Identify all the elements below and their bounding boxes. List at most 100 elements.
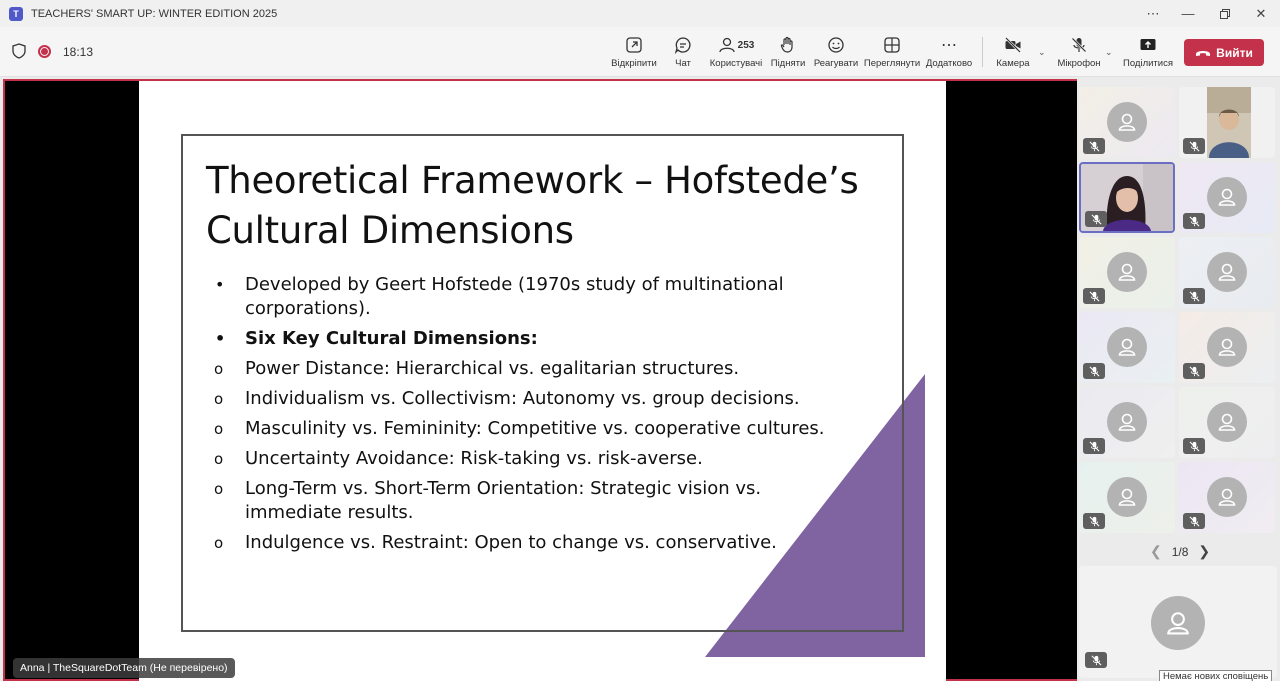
participant-tile[interactable]: [1179, 387, 1275, 458]
view-label: Переглянути: [863, 58, 921, 69]
more-actions-label: Додатково: [925, 58, 973, 69]
avatar: [1107, 402, 1147, 442]
participant-tile[interactable]: [1079, 387, 1175, 458]
participant-tile[interactable]: [1079, 312, 1175, 383]
person-icon: [1167, 612, 1189, 635]
participant-tile[interactable]: [1079, 237, 1175, 308]
muted-mic-icon: [1183, 213, 1205, 229]
grid-view-icon: [884, 37, 900, 53]
bullet-marker: o: [214, 360, 224, 378]
participants-label: Користувачі: [709, 58, 763, 69]
self-video-tile[interactable]: [1079, 566, 1277, 678]
react-button[interactable]: Реагувати: [814, 34, 858, 74]
camera-off-icon: [1005, 37, 1021, 53]
avatar: [1207, 177, 1247, 217]
gallery-pager: ❮ 1/8 ❯: [1150, 543, 1210, 560]
microphone-label: Мікрофон: [1057, 58, 1101, 69]
leave-label: Вийти: [1216, 45, 1253, 60]
raise-hand-button[interactable]: Підняти: [771, 34, 805, 74]
chat-label: Чат: [675, 58, 691, 69]
pop-out-label: Відкріпити: [611, 58, 657, 69]
avatar: [1207, 402, 1247, 442]
bullet-marker: o: [214, 390, 224, 408]
bullet-text: Indulgence vs. Restraint: Open to change…: [245, 532, 777, 553]
bullet-marker: o: [214, 480, 224, 498]
person-icon: [1118, 338, 1136, 356]
bullet-text: Uncertainty Avoidance: Risk-taking vs. r…: [245, 448, 703, 469]
avatar: [1107, 327, 1147, 367]
more-options-icon[interactable]: ⋯: [1136, 0, 1170, 27]
raise-hand-label: Підняти: [770, 58, 806, 69]
person-icon: [1218, 488, 1236, 506]
previous-page-icon[interactable]: ❮: [1150, 543, 1162, 560]
next-page-icon[interactable]: ❯: [1198, 543, 1210, 560]
person-icon: [1118, 113, 1136, 131]
participant-video: [1207, 87, 1251, 158]
phone-hangup-icon: [1196, 50, 1211, 56]
muted-mic-icon: [1083, 513, 1105, 529]
muted-mic-icon: [1083, 288, 1105, 304]
muted-mic-icon: [1183, 438, 1205, 454]
minimize-button[interactable]: —: [1171, 0, 1205, 27]
bullet-text: Individualism vs. Collectivism: Autonomy…: [245, 388, 800, 409]
muted-mic-icon: [1083, 438, 1105, 454]
muted-mic-icon: [1183, 138, 1205, 154]
mic-off-icon: [1071, 37, 1087, 53]
participants-count: 253: [737, 39, 755, 51]
people-icon: [719, 37, 735, 53]
participant-tile[interactable]: [1179, 87, 1275, 158]
slide-bullet: • Six Key Cultural Dimensions:: [203, 327, 843, 351]
meeting-timer: 18:13: [63, 45, 94, 59]
leave-button[interactable]: Вийти: [1184, 39, 1264, 66]
notification-tooltip: Немає нових сповіщень: [1159, 670, 1273, 681]
ellipsis-icon: ⋯: [941, 37, 957, 54]
camera-button[interactable]: Камера: [996, 34, 1030, 74]
participant-tile[interactable]: [1179, 312, 1275, 383]
bullet-marker: •: [215, 329, 226, 348]
teams-meeting-window: T TEACHERS' SMART UP: WINTER EDITION 202…: [0, 0, 1280, 681]
person-icon: [1118, 263, 1136, 281]
bullet-text: Power Distance: Hierarchical vs. egalita…: [245, 358, 740, 379]
participant-tile[interactable]: [1179, 462, 1275, 533]
avatar: [1151, 596, 1205, 650]
close-button[interactable]: ✕: [1244, 0, 1278, 27]
participant-tile[interactable]: [1179, 237, 1275, 308]
mic-options-chevron-icon[interactable]: ⌄: [1105, 47, 1113, 58]
slide-bullet: o Indulgence vs. Restraint: Open to chang…: [203, 531, 843, 555]
person-icon: [1218, 188, 1236, 206]
microphone-button[interactable]: Мікрофон: [1056, 34, 1102, 74]
participant-tile[interactable]: [1079, 462, 1175, 533]
bullet-text: Long-Term vs. Short-Term Orientation: St…: [245, 478, 762, 523]
participant-tile[interactable]: [1079, 87, 1175, 158]
smile-icon: [828, 37, 844, 53]
person-icon: [1218, 263, 1236, 281]
toolbar-divider: [982, 37, 983, 67]
share-label: Поділитися: [1123, 58, 1173, 69]
shield-icon[interactable]: [12, 43, 26, 59]
bullet-marker: o: [214, 534, 224, 552]
restore-button[interactable]: [1208, 0, 1242, 27]
participant-tile[interactable]: [1179, 162, 1275, 233]
avatar: [1207, 327, 1247, 367]
muted-mic-icon: [1183, 288, 1205, 304]
teams-logo-icon: T: [9, 6, 23, 21]
bullet-text: Developed by Geert Hofstede (1970s study…: [245, 274, 784, 319]
bullet-marker: •: [215, 275, 225, 294]
view-button[interactable]: Переглянути: [863, 34, 921, 74]
participants-button[interactable]: 253 Користувачі: [709, 34, 763, 74]
share-button[interactable]: Поділитися: [1123, 34, 1173, 74]
chat-button[interactable]: Чат: [670, 34, 696, 74]
camera-options-chevron-icon[interactable]: ⌄: [1038, 47, 1046, 58]
more-actions-button[interactable]: ⋯ Додатково: [926, 34, 972, 74]
gallery-page-indicator: 1/8: [1171, 544, 1189, 559]
slide-bullet: o Uncertainty Avoidance: Risk-taking vs. …: [203, 447, 843, 471]
bullet-marker: o: [214, 420, 224, 438]
slide-bullet: o Power Distance: Hierarchical vs. egalit…: [203, 357, 843, 381]
participant-tile[interactable]: [1079, 162, 1175, 233]
recording-icon: [38, 45, 51, 58]
presentation-slide: Theoretical Framework – Hofstede’s Cultu…: [139, 81, 946, 681]
pop-out-button[interactable]: Відкріпити: [611, 34, 657, 74]
window-title: TEACHERS' SMART UP: WINTER EDITION 2025: [31, 7, 278, 20]
person-icon: [1218, 338, 1236, 356]
muted-mic-icon: [1083, 138, 1105, 154]
